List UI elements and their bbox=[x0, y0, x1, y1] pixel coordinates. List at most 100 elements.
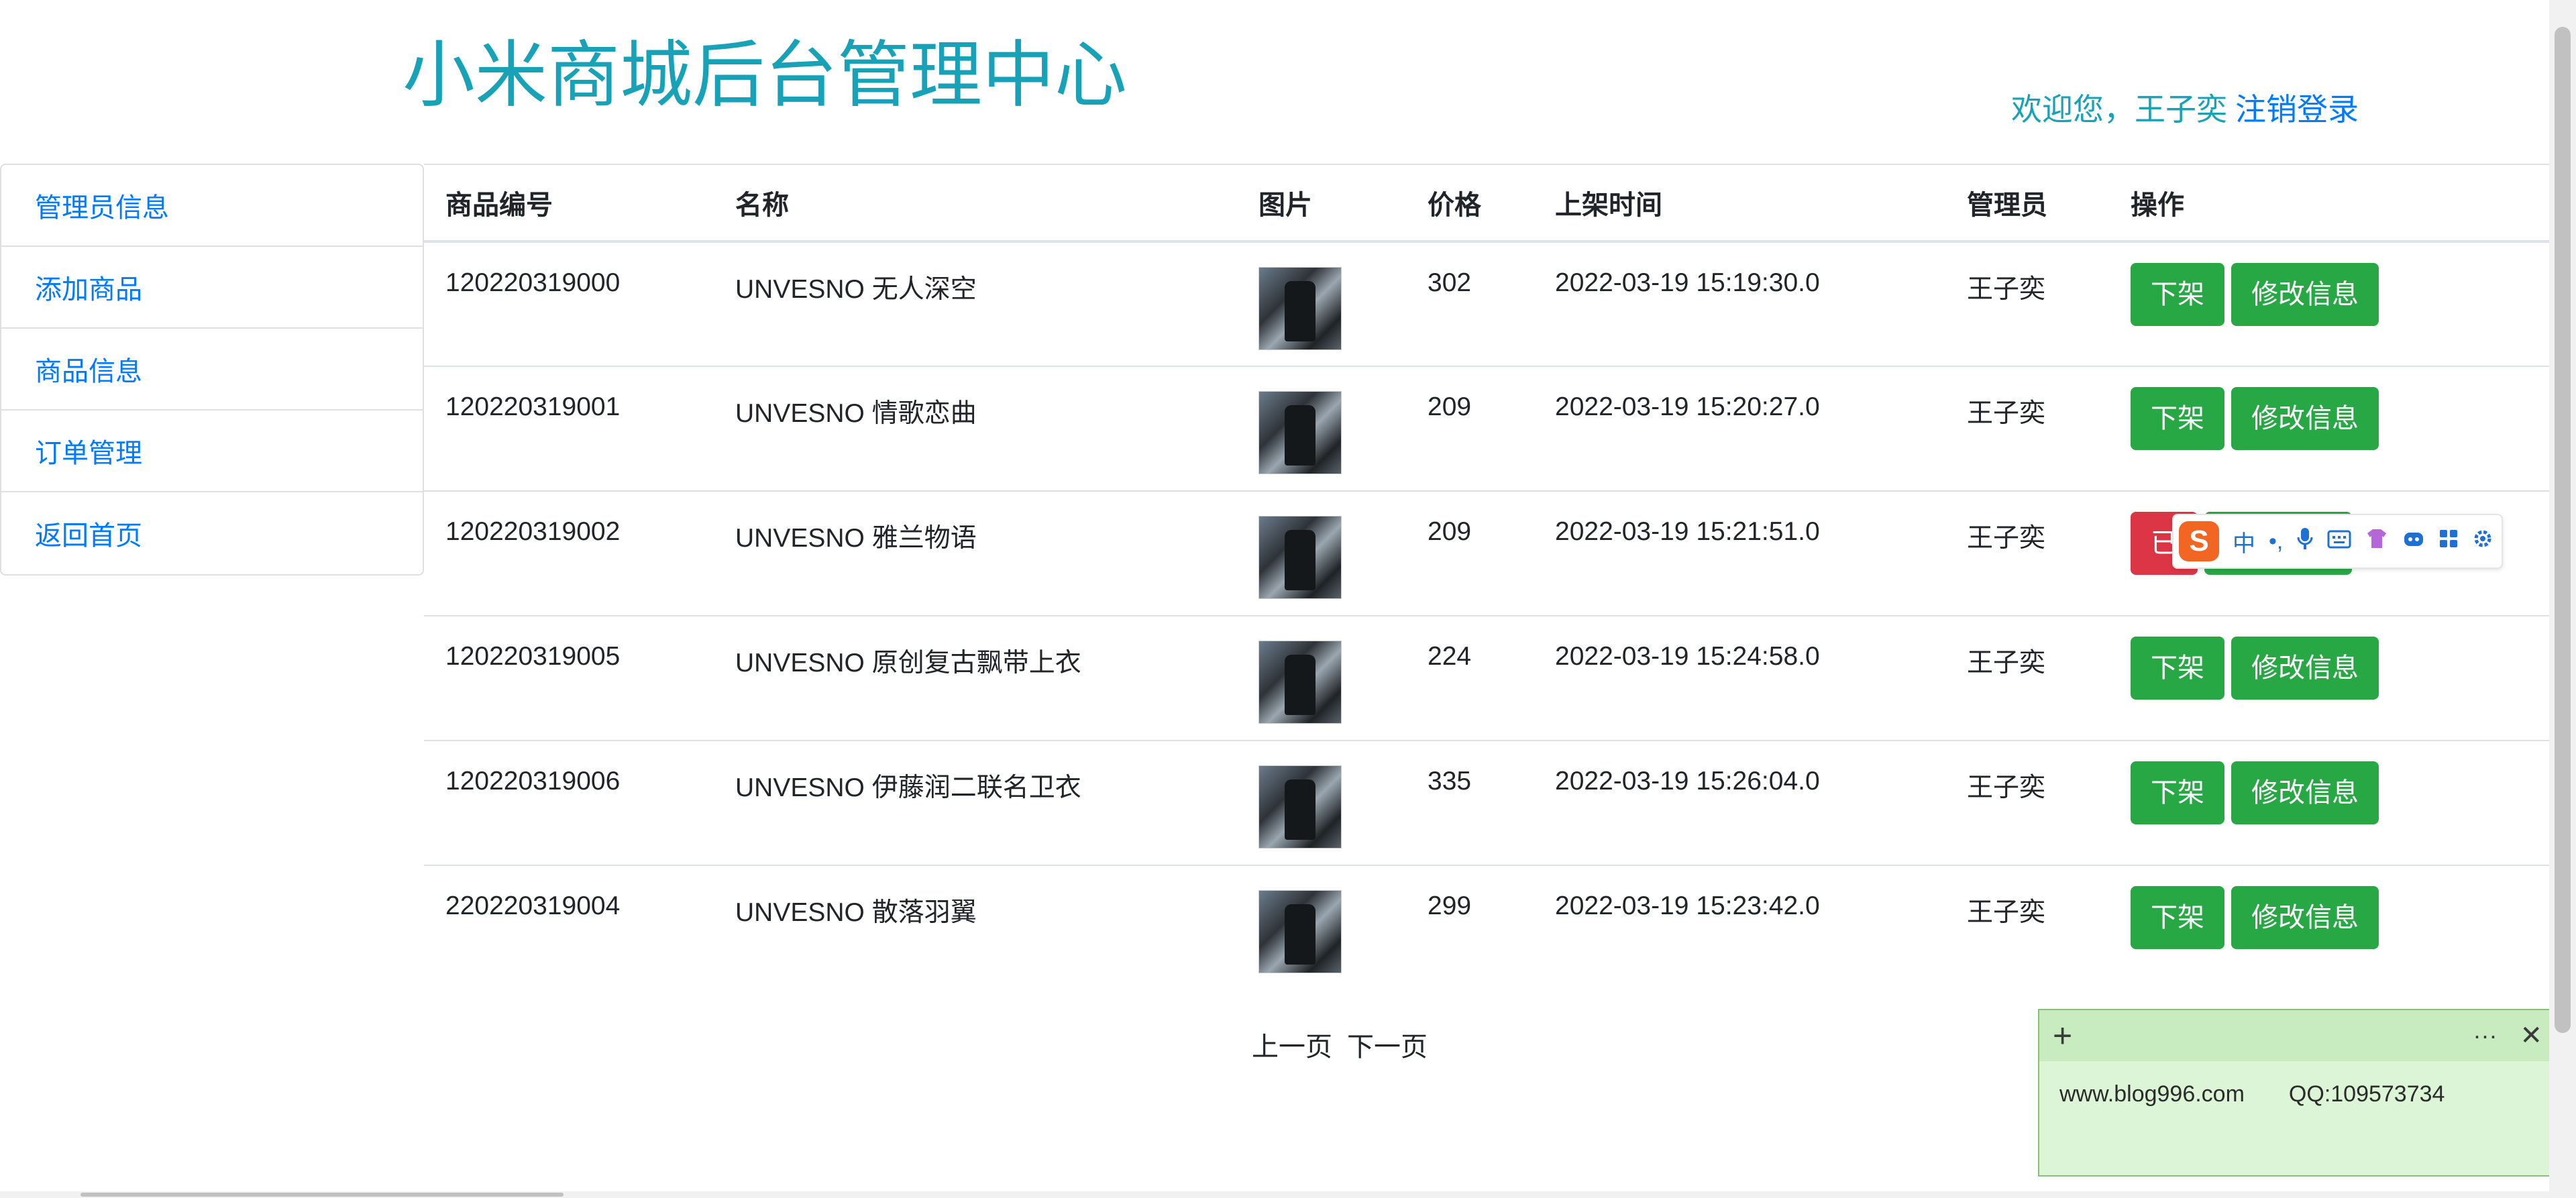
prev-page-link[interactable]: 上一页 bbox=[1252, 1032, 1332, 1062]
cell-admin: 王子奕 bbox=[1945, 741, 2109, 866]
cell-name: UNVESNO 无人深空 bbox=[714, 241, 1237, 367]
sidebar-item-order-management[interactable]: 订单管理 bbox=[1, 411, 423, 492]
cell-actions: 下架 修改信息 bbox=[2109, 241, 2549, 367]
cell-image bbox=[1237, 241, 1406, 367]
product-thumbnail bbox=[1258, 765, 1342, 849]
note-website-text: www.blog996.com bbox=[2059, 1081, 2245, 1107]
column-header-admin: 管理员 bbox=[1945, 165, 2109, 243]
table-row: 120220319001 UNVESNO 情歌恋曲 209 2022-03-19… bbox=[424, 366, 2549, 492]
sidebar-nav: 管理员信息 添加商品 商品信息 订单管理 返回首页 bbox=[0, 164, 424, 576]
apps-grid-icon[interactable] bbox=[2438, 529, 2459, 555]
edit-button[interactable]: 修改信息 bbox=[2231, 637, 2379, 700]
sticky-note-body[interactable]: www.blog996.com QQ:109573734 bbox=[2039, 1061, 2556, 1107]
table-row: 220220319004 UNVESNO 散落羽翼 299 2022-03-19… bbox=[424, 865, 2549, 990]
cell-actions: 下架 修改信息 bbox=[2109, 865, 2549, 990]
takedown-button[interactable]: 下架 bbox=[2131, 637, 2224, 700]
cell-price: 209 bbox=[1406, 491, 1534, 616]
welcome-text: 欢迎您，王子奕 bbox=[2011, 92, 2227, 127]
edit-button[interactable]: 修改信息 bbox=[2231, 387, 2379, 450]
logout-link[interactable]: 注销登录 bbox=[2235, 92, 2359, 127]
cell-price: 335 bbox=[1406, 741, 1534, 866]
takedown-button[interactable]: 下架 bbox=[2131, 263, 2224, 326]
cell-time: 2022-03-19 15:19:30.0 bbox=[1534, 241, 1945, 367]
page-title: 小米商城后台管理中心 bbox=[402, 34, 1128, 115]
horizontal-scrollbar[interactable] bbox=[0, 1191, 2549, 1198]
column-header-actions: 操作 bbox=[2109, 165, 2549, 243]
cell-name: UNVESNO 散落羽翼 bbox=[735, 898, 977, 927]
table-row: 120220319006 UNVESNO 伊藤润二联名卫衣 335 2022-0… bbox=[424, 741, 2549, 866]
keyboard-icon[interactable] bbox=[2327, 529, 2351, 555]
close-icon[interactable]: ✕ bbox=[2520, 1020, 2542, 1051]
sidebar-item-add-product[interactable]: 添加商品 bbox=[1, 247, 423, 329]
skin-icon[interactable] bbox=[2365, 528, 2389, 555]
takedown-button[interactable]: 下架 bbox=[2131, 886, 2224, 949]
product-thumbnail bbox=[1258, 516, 1342, 599]
cell-id: 120220319000 bbox=[424, 241, 714, 367]
pagination: 上一页 下一页 bbox=[1252, 1025, 1428, 1064]
cell-time: 2022-03-19 15:26:04.0 bbox=[1534, 741, 1945, 866]
cell-name: UNVESNO 伊藤润二联名卫衣 bbox=[714, 741, 1237, 866]
sidebar-item-admin-info[interactable]: 管理员信息 bbox=[1, 165, 423, 247]
more-options-icon[interactable]: ··· bbox=[2473, 1022, 2498, 1050]
cell-name: UNVESNO 原创复古飘带上衣 bbox=[714, 616, 1237, 741]
next-page-link[interactable]: 下一页 bbox=[1347, 1032, 1428, 1062]
column-header-price: 价格 bbox=[1406, 165, 1534, 243]
settings-icon[interactable] bbox=[2472, 528, 2493, 555]
takedown-button[interactable]: 下架 bbox=[2131, 387, 2224, 450]
cell-id: 220220319004 bbox=[445, 891, 621, 920]
cell-price: 224 bbox=[1406, 616, 1534, 741]
cell-time: 2022-03-19 15:20:27.0 bbox=[1534, 366, 1945, 492]
ime-punct-toggle[interactable]: •, bbox=[2269, 529, 2283, 555]
robot-icon[interactable] bbox=[2402, 529, 2425, 555]
edit-button[interactable]: 修改信息 bbox=[2231, 263, 2379, 326]
cell-id: 120220319006 bbox=[424, 741, 714, 866]
sticky-note: + ··· ✕ www.blog996.com QQ:109573734 bbox=[2038, 1009, 2557, 1177]
cell-actions: 下架 修改信息 bbox=[2109, 366, 2549, 492]
cell-price: 302 bbox=[1406, 241, 1534, 367]
cell-time: 2022-03-19 15:24:58.0 bbox=[1534, 616, 1945, 741]
cell-name: UNVESNO 雅兰物语 bbox=[714, 491, 1237, 616]
cell-id: 120220319002 bbox=[424, 491, 714, 616]
cell-admin: 王子奕 bbox=[1945, 491, 2109, 616]
table-row: 120220319005 UNVESNO 原创复古飘带上衣 224 2022-0… bbox=[424, 616, 2549, 741]
edit-button[interactable]: 修改信息 bbox=[2231, 761, 2379, 824]
product-thumbnail bbox=[1258, 391, 1342, 474]
column-header-image: 图片 bbox=[1237, 165, 1406, 243]
horizontal-scrollbar-thumb[interactable] bbox=[80, 1193, 564, 1197]
product-table-area: 商品编号 名称 图片 价格 上架时间 管理员 操作 120220319000 U… bbox=[424, 164, 2549, 990]
cell-image bbox=[1237, 491, 1406, 616]
cell-actions: 下架 修改信息 bbox=[2109, 616, 2549, 741]
cell-admin: 王子奕 bbox=[1945, 366, 2109, 492]
vertical-scrollbar-thumb[interactable] bbox=[2555, 27, 2571, 1033]
cell-image bbox=[1237, 741, 1406, 866]
product-thumbnail bbox=[1258, 890, 1342, 973]
cell-time: 2022-03-19 15:23:42.0 bbox=[1555, 891, 1820, 920]
ime-logo-icon[interactable]: S bbox=[2179, 521, 2219, 561]
sticky-note-toolbar: + ··· ✕ bbox=[2039, 1010, 2556, 1061]
note-qq-text: QQ:109573734 bbox=[2288, 1081, 2445, 1107]
cell-image bbox=[1237, 616, 1406, 741]
sidebar-item-back-home[interactable]: 返回首页 bbox=[1, 492, 423, 574]
column-header-id: 商品编号 bbox=[424, 165, 714, 243]
vertical-scrollbar[interactable] bbox=[2549, 0, 2576, 1198]
column-header-time: 上架时间 bbox=[1534, 165, 1945, 243]
cell-image bbox=[1237, 366, 1406, 492]
cell-time: 2022-03-19 15:21:51.0 bbox=[1534, 491, 1945, 616]
cell-price: 299 bbox=[1428, 891, 1472, 920]
microphone-icon[interactable] bbox=[2296, 527, 2314, 557]
takedown-button[interactable]: 下架 bbox=[2131, 761, 2224, 824]
sidebar-item-product-info[interactable]: 商品信息 bbox=[1, 329, 423, 411]
product-thumbnail bbox=[1258, 267, 1342, 350]
cell-admin: 王子奕 bbox=[1945, 241, 2109, 367]
cell-image bbox=[1237, 865, 1406, 990]
table-header-row: 商品编号 名称 图片 价格 上架时间 管理员 操作 bbox=[424, 165, 2549, 243]
welcome-area: 欢迎您，王子奕 注销登录 bbox=[2011, 94, 2359, 125]
cell-price: 209 bbox=[1406, 366, 1534, 492]
cell-name: UNVESNO 情歌恋曲 bbox=[714, 366, 1237, 492]
cell-admin: 王子奕 bbox=[1945, 616, 2109, 741]
cell-actions: 下架 修改信息 bbox=[2109, 741, 2549, 866]
edit-button[interactable]: 修改信息 bbox=[2231, 886, 2379, 949]
ime-mode-toggle[interactable]: 中 bbox=[2233, 525, 2255, 558]
ime-toolbar: S 中 •, bbox=[2172, 514, 2504, 569]
add-note-icon[interactable]: + bbox=[2053, 1016, 2072, 1055]
